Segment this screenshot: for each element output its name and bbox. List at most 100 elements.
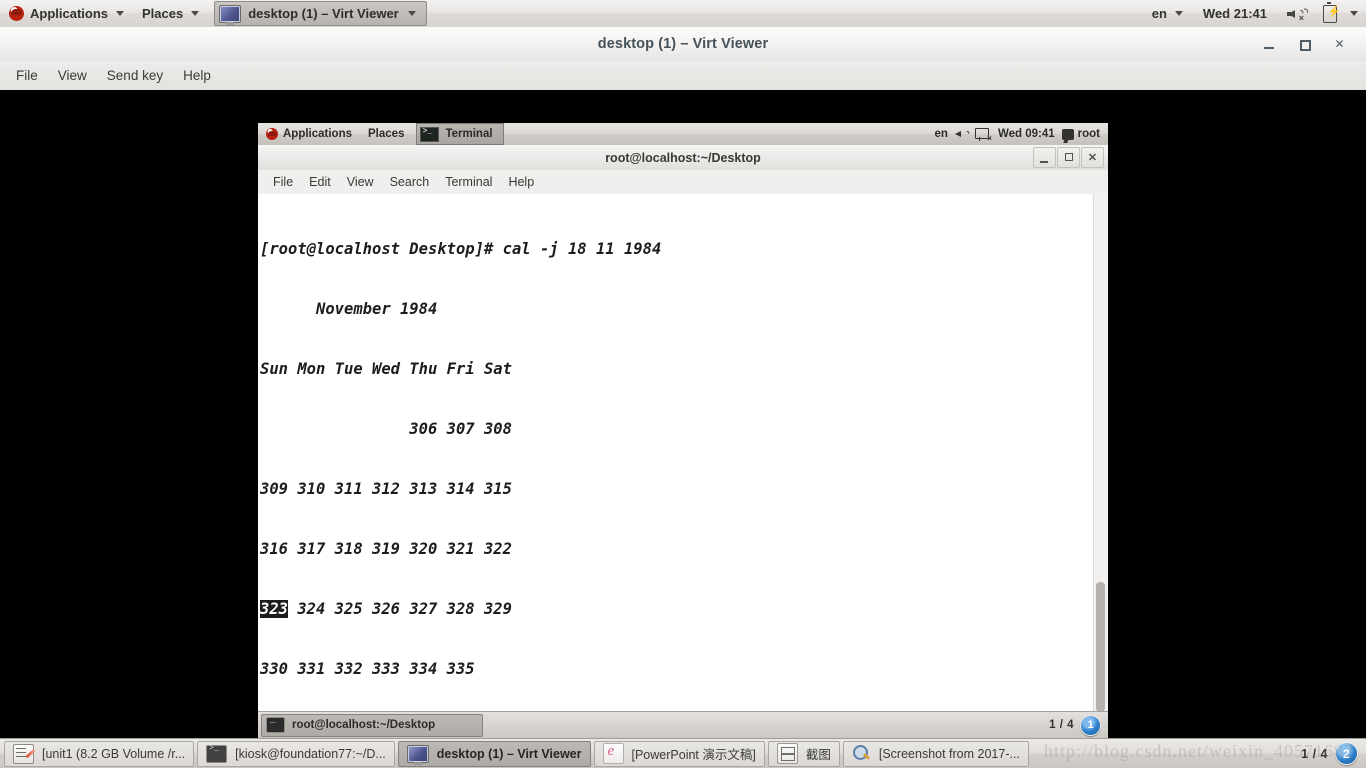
guest-top-panel-tray: en × Wed 09:41 root <box>935 127 1108 142</box>
monitor-icon <box>219 4 242 25</box>
calendar-week-row: 330 331 332 333 334 335 <box>260 660 475 678</box>
taskbar-item-capture[interactable]: 截图 <box>767 740 840 767</box>
host-top-panel: Applications Places desktop (1) – Virt V… <box>0 0 1366 28</box>
calendar-week-row-highlighted: 323 324 325 326 327 328 329 <box>260 599 1094 619</box>
volume-muted-icon[interactable]: × <box>1278 0 1312 27</box>
network-disconnected-icon[interactable]: × <box>974 127 992 142</box>
close-icon[interactable]: ✕ <box>1081 147 1104 168</box>
terminal-menu-edit[interactable]: Edit <box>301 170 339 194</box>
keyboard-layout-indicator[interactable]: en <box>1143 0 1192 27</box>
guest-bottom-panel: root@localhost:~/Desktop 1 / 4 1 <box>258 711 1108 738</box>
taskbar-item-label: [unit1 (8.2 GB Volume /r... <box>42 746 186 761</box>
guest-clock[interactable]: Wed 09:41 <box>998 128 1055 140</box>
calendar-week-row: 316 317 318 319 320 321 322 <box>260 540 512 558</box>
terminal-prompt: [root@localhost Desktop]# <box>260 240 494 258</box>
host-active-window-label: desktop (1) – Virt Viewer <box>248 6 399 21</box>
menu-send-key[interactable]: Send key <box>97 61 173 90</box>
taskbar-item-label: 截图 <box>805 748 831 762</box>
menu-help[interactable]: Help <box>173 61 221 90</box>
maximize-icon[interactable] <box>1057 147 1080 168</box>
terminal-menu-terminal[interactable]: Terminal <box>437 170 500 194</box>
virt-viewer-menubar: File View Send key Help <box>0 61 1366 91</box>
virt-viewer-window: desktop (1) – Virt Viewer ✕ File View Se… <box>0 27 1366 738</box>
minimize-icon[interactable] <box>1033 147 1056 168</box>
capture-icon <box>776 743 798 764</box>
screen: Applications Places desktop (1) – Virt V… <box>0 0 1366 768</box>
host-workspace-indicator[interactable]: 1 / 4 <box>1301 747 1328 761</box>
taskbar-item-screenshot[interactable]: [Screenshot from 2017-... <box>842 740 1029 767</box>
terminal-menu-view[interactable]: View <box>339 170 382 194</box>
taskbar-item-virt-viewer[interactable]: desktop (1) – Virt Viewer <box>397 740 591 767</box>
guest-workspace-badge[interactable]: 1 <box>1080 714 1101 736</box>
host-clock[interactable]: Wed 21:41 <box>1194 0 1276 27</box>
guest-applications-menu[interactable]: Applications <box>258 123 360 145</box>
volume-icon[interactable] <box>954 128 971 142</box>
battery-charging-icon[interactable]: ⚡ <box>1314 0 1346 27</box>
guest-active-window-label: Terminal <box>445 128 493 140</box>
gedit-icon <box>13 743 34 764</box>
host-top-panel-tray: en Wed 21:41 × ⚡ <box>1143 0 1366 27</box>
terminal-scrollbar[interactable] <box>1093 194 1108 715</box>
virt-viewer-titlebar[interactable]: desktop (1) – Virt Viewer ✕ <box>0 27 1366 62</box>
terminal-menu-file[interactable]: File <box>265 170 301 194</box>
terminal-menu-search[interactable]: Search <box>382 170 438 194</box>
terminal-screen[interactable]: [root@localhost Desktop]# cal -j 18 11 1… <box>258 194 1094 715</box>
guest-user-menu[interactable]: root <box>1061 128 1100 140</box>
guest-taskbar-item-label: root@localhost:~/Desktop <box>292 719 436 731</box>
taskbar-item-unit1[interactable]: [unit1 (8.2 GB Volume /r... <box>4 740 195 767</box>
terminal-window: root@localhost:~/Desktop ✕ File Edit Vie… <box>258 145 1108 738</box>
chevron-down-icon[interactable] <box>1350 11 1358 16</box>
host-applications-menu[interactable]: Applications <box>0 0 133 27</box>
redhat-logo-icon <box>266 128 278 140</box>
terminal-menubar: File Edit View Search Terminal Help <box>258 170 1108 195</box>
virt-viewer-title: desktop (1) – Virt Viewer <box>597 36 769 52</box>
terminal-icon <box>420 126 440 142</box>
maximize-icon[interactable] <box>1298 38 1311 51</box>
chevron-down-icon <box>116 11 125 16</box>
host-workspace-switcher: 1 / 4 2 <box>1301 742 1362 765</box>
calendar-month-header: November 1984 <box>260 300 438 318</box>
terminal-window-controls: ✕ <box>1033 145 1104 170</box>
guest-workspace-indicator[interactable]: 1 / 4 <box>1049 719 1074 731</box>
terminal-command-line: [root@localhost Desktop]# cal -j 18 11 1… <box>260 239 1094 259</box>
taskbar-item-label: [kiosk@foundation77:~/D... <box>235 746 386 761</box>
keyboard-layout-label: en <box>1151 6 1167 21</box>
taskbar-item-label: [PowerPoint 演示文稿] <box>631 748 756 762</box>
host-active-window-button[interactable]: desktop (1) – Virt Viewer <box>214 1 427 26</box>
close-icon[interactable]: ✕ <box>1333 37 1346 51</box>
terminal-command: cal -j 18 11 1984 <box>502 240 662 258</box>
guest-places-menu[interactable]: Places <box>360 123 412 145</box>
guest-keyboard-layout[interactable]: en <box>935 128 948 140</box>
guest-taskbar-item-terminal[interactable]: root@localhost:~/Desktop <box>261 713 483 737</box>
guest-active-window-button[interactable]: Terminal <box>416 123 504 145</box>
redhat-logo-icon <box>9 6 24 21</box>
taskbar-item-label: desktop (1) – Virt Viewer <box>436 746 582 761</box>
taskbar-item-label: [Screenshot from 2017-... <box>878 746 1020 761</box>
chevron-down-icon <box>191 11 200 16</box>
guest-user-label: root <box>1077 128 1100 140</box>
calendar-weekday-header: Sun Mon Tue Wed Thu Fri Sat <box>260 360 512 378</box>
calendar-week-rest: 324 325 326 327 328 329 <box>288 600 512 618</box>
host-workspace-badge[interactable]: 2 <box>1335 742 1358 765</box>
terminal-scrollbar-thumb[interactable] <box>1096 582 1105 712</box>
battery-glyph: ⚡ <box>1323 1 1341 23</box>
monitor-icon <box>406 744 429 765</box>
guest-places-label: Places <box>368 128 405 140</box>
minimize-icon[interactable] <box>1263 38 1276 51</box>
host-applications-label: Applications <box>30 6 109 21</box>
terminal-menu-help[interactable]: Help <box>500 170 542 194</box>
host-places-label: Places <box>142 6 184 21</box>
menu-view[interactable]: View <box>48 61 97 90</box>
guest-workspace-switcher: 1 / 4 1 <box>1049 714 1105 736</box>
host-places-menu[interactable]: Places <box>133 0 208 27</box>
terminal-icon <box>206 744 228 763</box>
chevron-down-icon <box>1174 11 1183 16</box>
magnifier-icon <box>852 744 871 763</box>
powerpoint-icon <box>602 743 624 764</box>
calendar-today-cell: 323 <box>260 600 288 618</box>
menu-file[interactable]: File <box>6 61 48 90</box>
terminal-titlebar[interactable]: root@localhost:~/Desktop ✕ <box>258 145 1108 171</box>
virt-viewer-guest-display[interactable]: Applications Places Terminal en × Wed 09… <box>0 90 1366 738</box>
taskbar-item-kiosk-terminal[interactable]: [kiosk@foundation77:~/D... <box>197 740 395 767</box>
taskbar-item-powerpoint[interactable]: [PowerPoint 演示文稿] <box>593 740 765 767</box>
